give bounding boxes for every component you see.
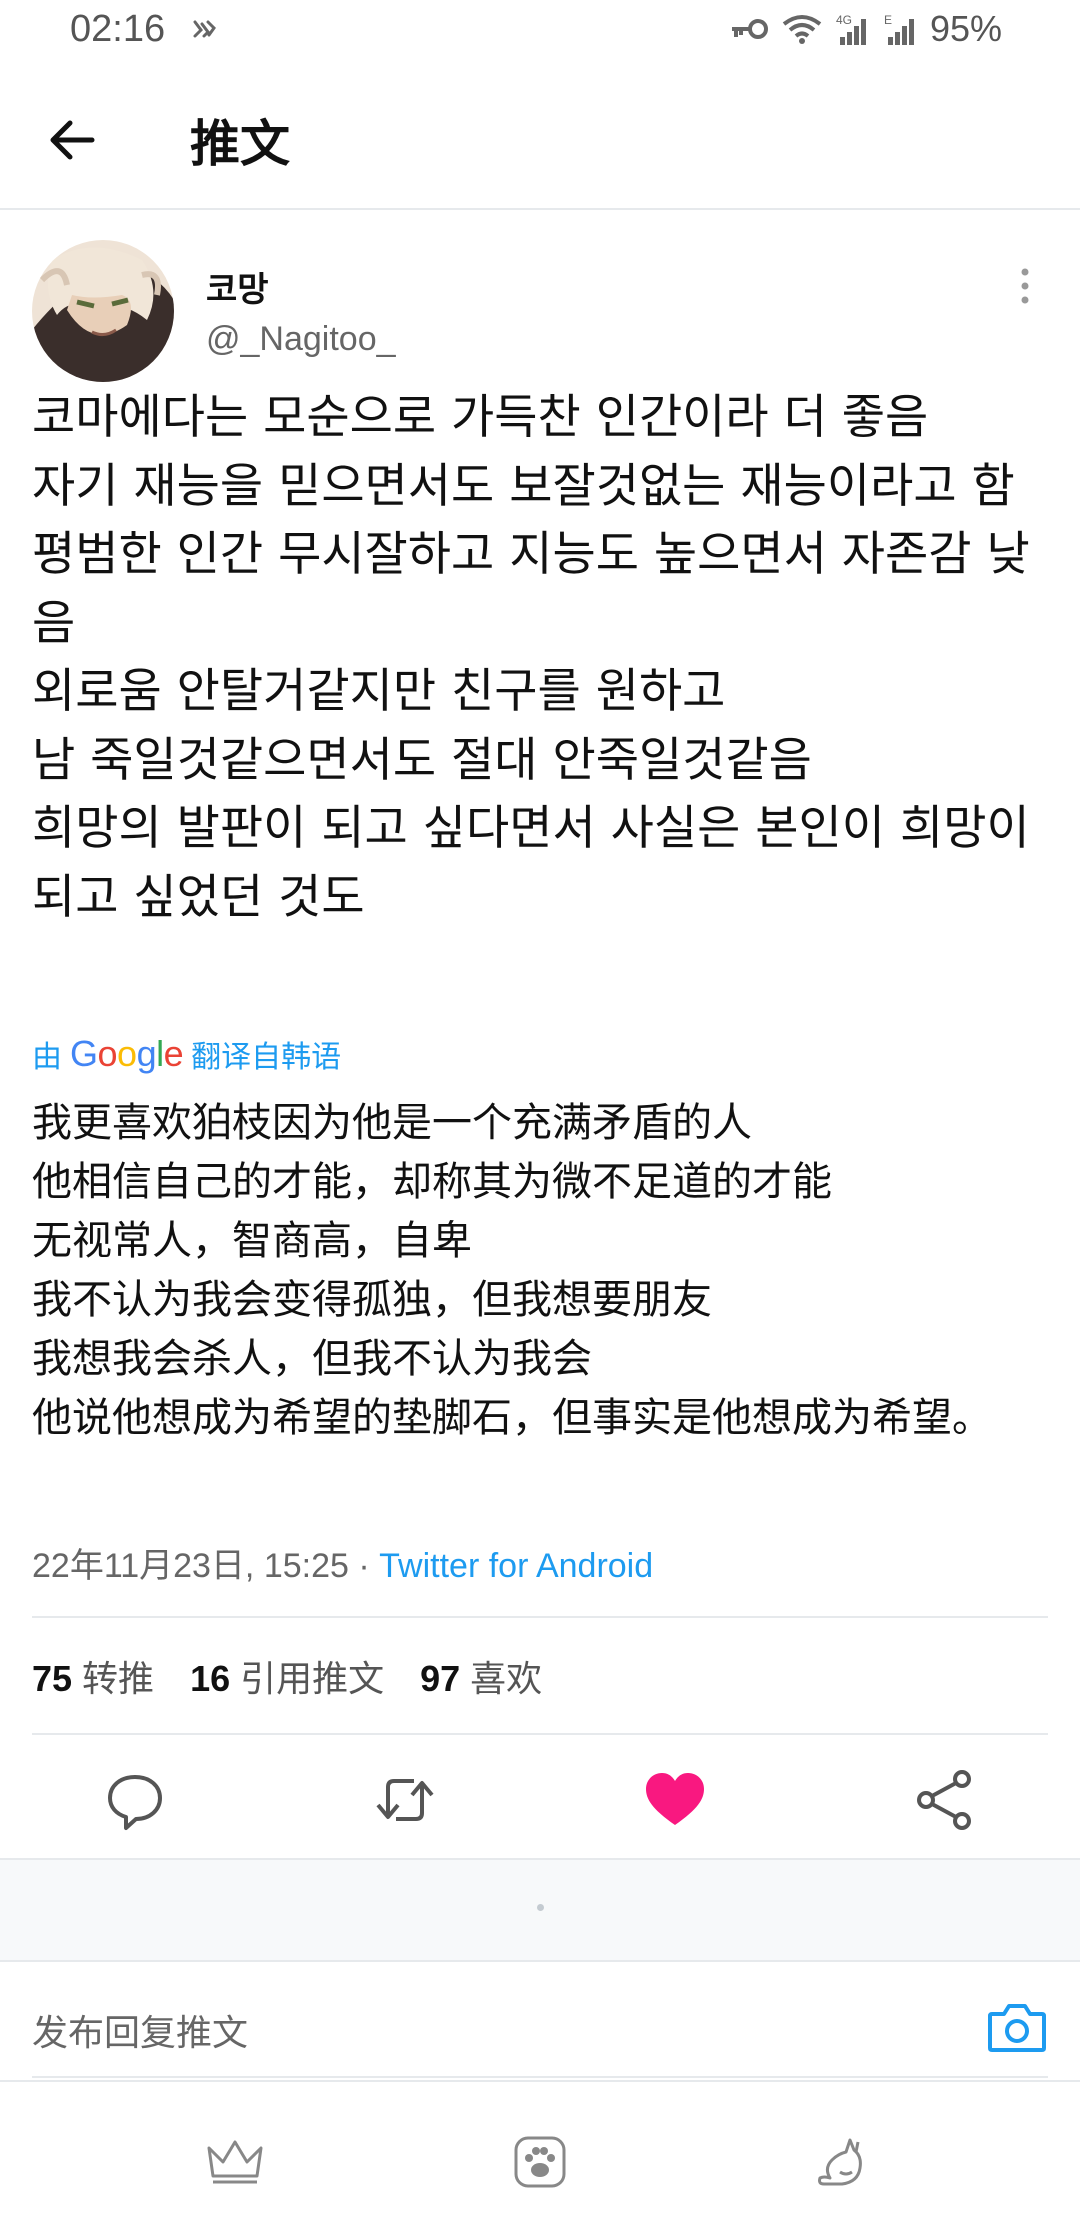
svg-text:E: E [884,13,892,27]
retweet-count[interactable]: 75 转推 [32,1650,154,1702]
key-icon [731,19,768,39]
camera-icon[interactable] [986,2000,1048,2056]
google-logo: Google [70,1033,184,1074]
signal-4g-icon: 4G [836,13,866,45]
translated-by-google[interactable]: 由 Google 翻译自韩语 [32,1032,341,1076]
status-time: 02:16 [70,8,166,50]
status-right: 4G E 95% [730,8,1002,50]
translate-prefix: 由 [32,1040,62,1075]
tweet-translated-text: 我更喜欢狛枝因为他是一个充满矛盾的人 他相信自己的才能，却称其为微不足道的才能 … [32,1100,992,1441]
tweet-timestamp: 22年11月23日, 15:25 [32,1547,349,1585]
signal-e-icon: E [884,13,914,45]
meta-separator: · [348,1547,380,1585]
bottom-nav [0,2080,1080,2222]
comment-icon[interactable] [100,1765,170,1835]
link-icon [193,20,216,38]
retweet-icon[interactable] [370,1765,440,1835]
wifi-icon [782,15,822,44]
quote-count[interactable]: 16 引用推文 [190,1650,384,1702]
divider [32,1733,1048,1735]
svg-text:4G: 4G [836,13,852,27]
status-bar: 02:16 4G E 95% [0,0,1080,66]
divider [32,2076,1048,2078]
tweet-actions [0,1755,1080,1855]
page-title: 推文 [190,115,290,173]
tweet-original-text: 코마에다는 모순으로 가득찬 인간이라 더 좋음 자기 재능을 믿으면서도 보잘… [32,390,1030,925]
arrow-left-icon[interactable] [44,112,100,168]
author-name[interactable]: 코망 [206,262,269,311]
tweet-stats: 75 转推 16 引用推文 97 喜欢 [32,1650,542,1702]
more-options-icon[interactable] [1010,266,1040,306]
cat-icon[interactable] [810,2132,870,2192]
tweet-source-link[interactable]: Twitter for Android [379,1547,653,1585]
divider [0,1960,1080,1962]
heart-icon[interactable] [640,1765,710,1835]
avatar[interactable] [32,240,174,382]
app-header: 推文 [0,66,1080,210]
reply-input[interactable]: 发布回复推文 [32,2004,248,2056]
divider [32,1616,1048,1618]
paw-icon[interactable] [510,2132,570,2192]
scroll-indicator [537,1904,544,1911]
battery-level: 95% [929,8,1002,49]
tweet-meta: 22年11月23日, 15:25 · Twitter for Android [32,1538,653,1587]
avatar-image [32,240,174,382]
author-handle[interactable]: @_Nagitoo_ [206,320,396,359]
crown-icon[interactable] [205,2132,265,2192]
share-icon[interactable] [910,1765,980,1835]
like-count[interactable]: 97 喜欢 [420,1650,542,1702]
translate-suffix: 翻译自韩语 [191,1040,342,1075]
